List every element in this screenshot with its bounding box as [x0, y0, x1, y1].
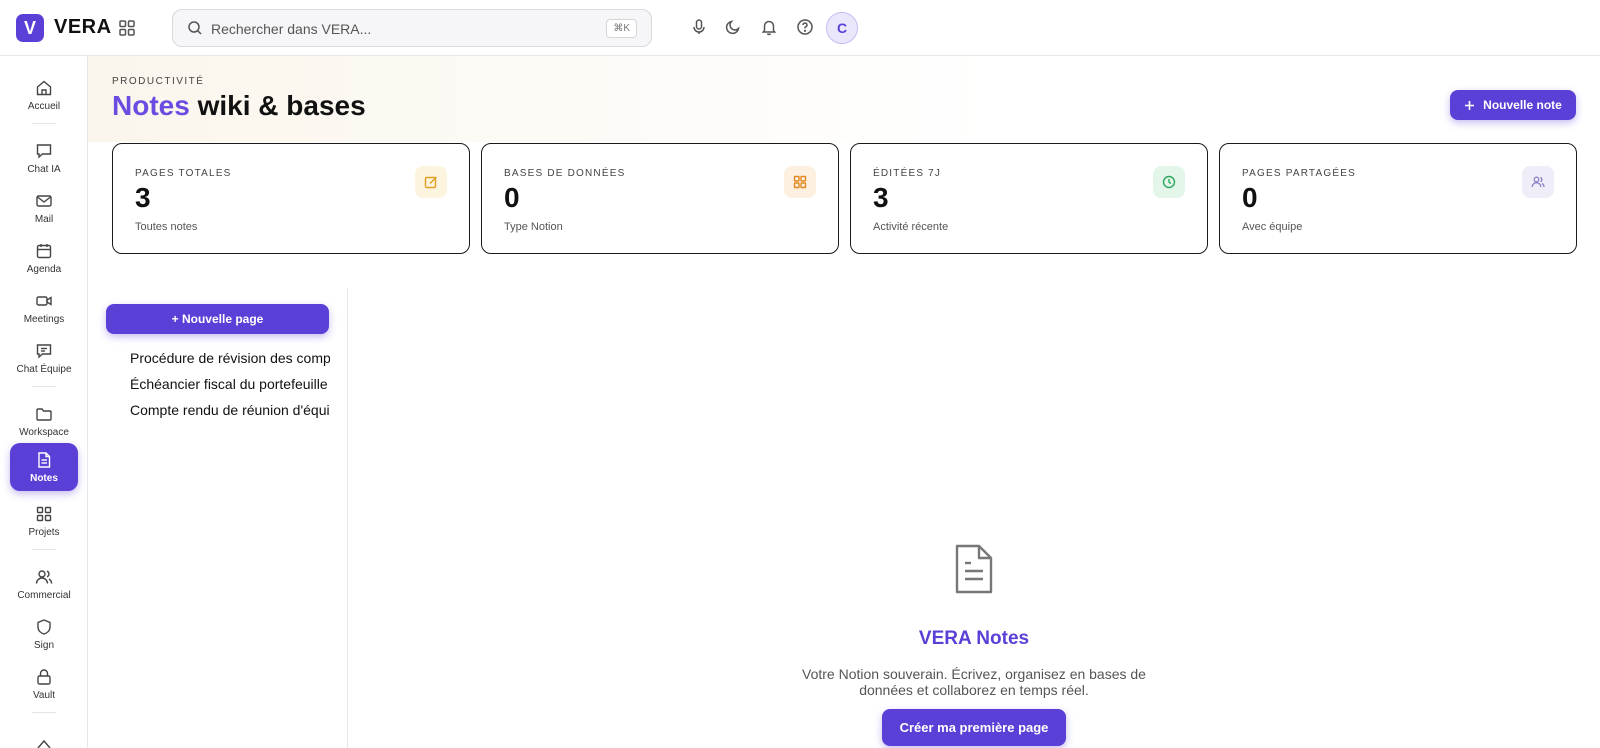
sidebar-item-chat-equipe[interactable]: Chat Équipe: [10, 336, 78, 382]
stat-subtitle: Activité récente: [873, 221, 949, 233]
stat-card-editees-7j: ÉDITÉES 7J 3 Activité récente: [850, 143, 1208, 254]
page-list-item[interactable]: Échéancier fiscal du portefeuille: [130, 376, 330, 392]
sidebar-item-label: Commercial: [17, 590, 71, 601]
sidebar-item-workspace[interactable]: Workspace: [10, 399, 78, 445]
search-shortcut-badge: ⌘K: [606, 19, 637, 38]
sidebar-item-label: Accueil: [27, 101, 61, 112]
sidebar-item-accueil[interactable]: Accueil: [10, 73, 78, 119]
users-icon: [35, 570, 53, 584]
bell-icon[interactable]: [760, 18, 778, 36]
stat-label: BASES DE DONNÉES: [504, 168, 626, 179]
stat-value: 0: [1242, 182, 1258, 213]
moon-icon[interactable]: [724, 18, 742, 36]
sidebar-item-vault[interactable]: Vault: [10, 662, 78, 708]
stat-card-pages-totales: PAGES TOTALES 3 Toutes notes: [112, 143, 470, 254]
folder-icon: [36, 408, 52, 421]
page-list-item[interactable]: Procédure de révision des comptes: [130, 350, 330, 366]
sidebar-item-label: Workspace: [19, 427, 69, 438]
sidebar-item-label: Chat Équipe: [16, 364, 72, 375]
top-bar: V VERA ⌘K C: [0, 0, 1600, 56]
sidebar-item-label: Agenda: [26, 264, 62, 275]
stat-icon-badge: [1153, 166, 1185, 198]
new-page-label: + Nouvelle page: [171, 312, 264, 326]
document-icon: [955, 544, 993, 594]
sidebar-item-notes[interactable]: Notes: [10, 443, 78, 491]
stat-subtitle: Type Notion: [504, 221, 563, 233]
sidebar-divider: [32, 123, 56, 124]
stat-label: PAGES PARTAGÉES: [1242, 168, 1356, 179]
sidebar-item-chat-ia[interactable]: Chat IA: [10, 136, 78, 182]
stat-icon-badge: [784, 166, 816, 198]
search-bar[interactable]: ⌘K: [172, 9, 652, 47]
stat-icon-badge: [415, 166, 447, 198]
calendar-icon: [36, 244, 52, 259]
page-eyebrow: PRODUCTIVITÉ: [112, 76, 205, 87]
empty-state-title: VERA Notes: [918, 628, 1030, 649]
shield-icon: [37, 619, 51, 635]
create-first-page-button[interactable]: Créer ma première page: [882, 709, 1066, 746]
stat-value: 0: [504, 182, 520, 213]
apps-grid-icon[interactable]: [118, 19, 136, 37]
grid-icon: [36, 506, 52, 522]
sidebar-item-label: Chat IA: [27, 164, 61, 175]
chat-icon: [36, 144, 52, 159]
empty-state-description: Votre Notion souverain. Écrivez, organis…: [802, 666, 1146, 698]
document-icon: [38, 452, 51, 468]
sidebar-item-label: Meetings: [23, 314, 65, 325]
page-title-accent: Notes: [112, 90, 190, 121]
sidebar-item-label: Projets: [28, 527, 60, 538]
sidebar-item-label: Sign: [33, 640, 54, 651]
plus-icon: [1465, 100, 1475, 110]
sidebar-item-mail[interactable]: Mail: [10, 186, 78, 232]
sidebar-item-agenda[interactable]: Agenda: [10, 236, 78, 282]
stat-value: 3: [873, 182, 889, 213]
sidebar-item-commercial[interactable]: Commercial: [10, 562, 78, 608]
page-list-item[interactable]: Compte rendu de réunion d'équipe: [130, 402, 330, 418]
clock-icon: [1162, 175, 1176, 189]
new-note-button[interactable]: Nouvelle note: [1450, 90, 1576, 120]
sidebar-item-sign[interactable]: Sign: [10, 612, 78, 658]
home-icon: [36, 80, 52, 96]
sidebar-item-meetings[interactable]: Meetings: [10, 286, 78, 332]
stat-label: ÉDITÉES 7J: [873, 168, 942, 179]
page-title-rest: wiki & bases: [197, 90, 366, 121]
stat-label: PAGES TOTALES: [135, 168, 232, 179]
sidebar-divider: [32, 386, 56, 387]
team-chat-icon: [36, 344, 52, 359]
app-logo[interactable]: V: [16, 14, 44, 42]
sidebar: Accueil Chat IA Mail Agenda Meetings Cha…: [0, 56, 88, 748]
search-icon: [188, 21, 202, 35]
sidebar-divider: [32, 549, 56, 550]
sidebar-item-label: Vault: [32, 690, 56, 701]
help-icon[interactable]: [796, 18, 814, 36]
sidebar-item-projets[interactable]: Projets: [10, 499, 78, 545]
app-name: VERA: [54, 16, 112, 38]
search-input[interactable]: [211, 18, 591, 40]
edit-icon: [424, 176, 437, 189]
stat-card-pages-partagees: PAGES PARTAGÉES 0 Avec équipe: [1219, 143, 1577, 254]
sidebar-divider: [32, 712, 56, 713]
new-note-label: Nouvelle note: [1483, 98, 1562, 112]
video-icon: [36, 296, 52, 306]
sidebar-item-label: Notes: [30, 473, 58, 484]
stat-subtitle: Toutes notes: [135, 221, 198, 233]
more-icon[interactable]: [35, 738, 53, 748]
stat-icon-badge: [1522, 166, 1554, 198]
database-grid-icon: [793, 175, 807, 189]
microphone-icon[interactable]: [690, 18, 708, 36]
lock-icon: [37, 669, 51, 685]
mail-icon: [36, 195, 52, 207]
page-title: Notes wiki & bases: [112, 90, 366, 122]
stat-subtitle: Avec équipe: [1242, 221, 1303, 233]
stat-value: 3: [135, 182, 151, 213]
stat-card-bases-de-donnees: BASES DE DONNÉES 0 Type Notion: [481, 143, 839, 254]
sidebar-item-label: Mail: [34, 214, 54, 225]
create-first-page-label: Créer ma première page: [899, 720, 1049, 735]
user-avatar[interactable]: C: [826, 12, 858, 44]
new-page-button[interactable]: + Nouvelle page: [106, 304, 329, 334]
users-icon: [1531, 176, 1545, 188]
